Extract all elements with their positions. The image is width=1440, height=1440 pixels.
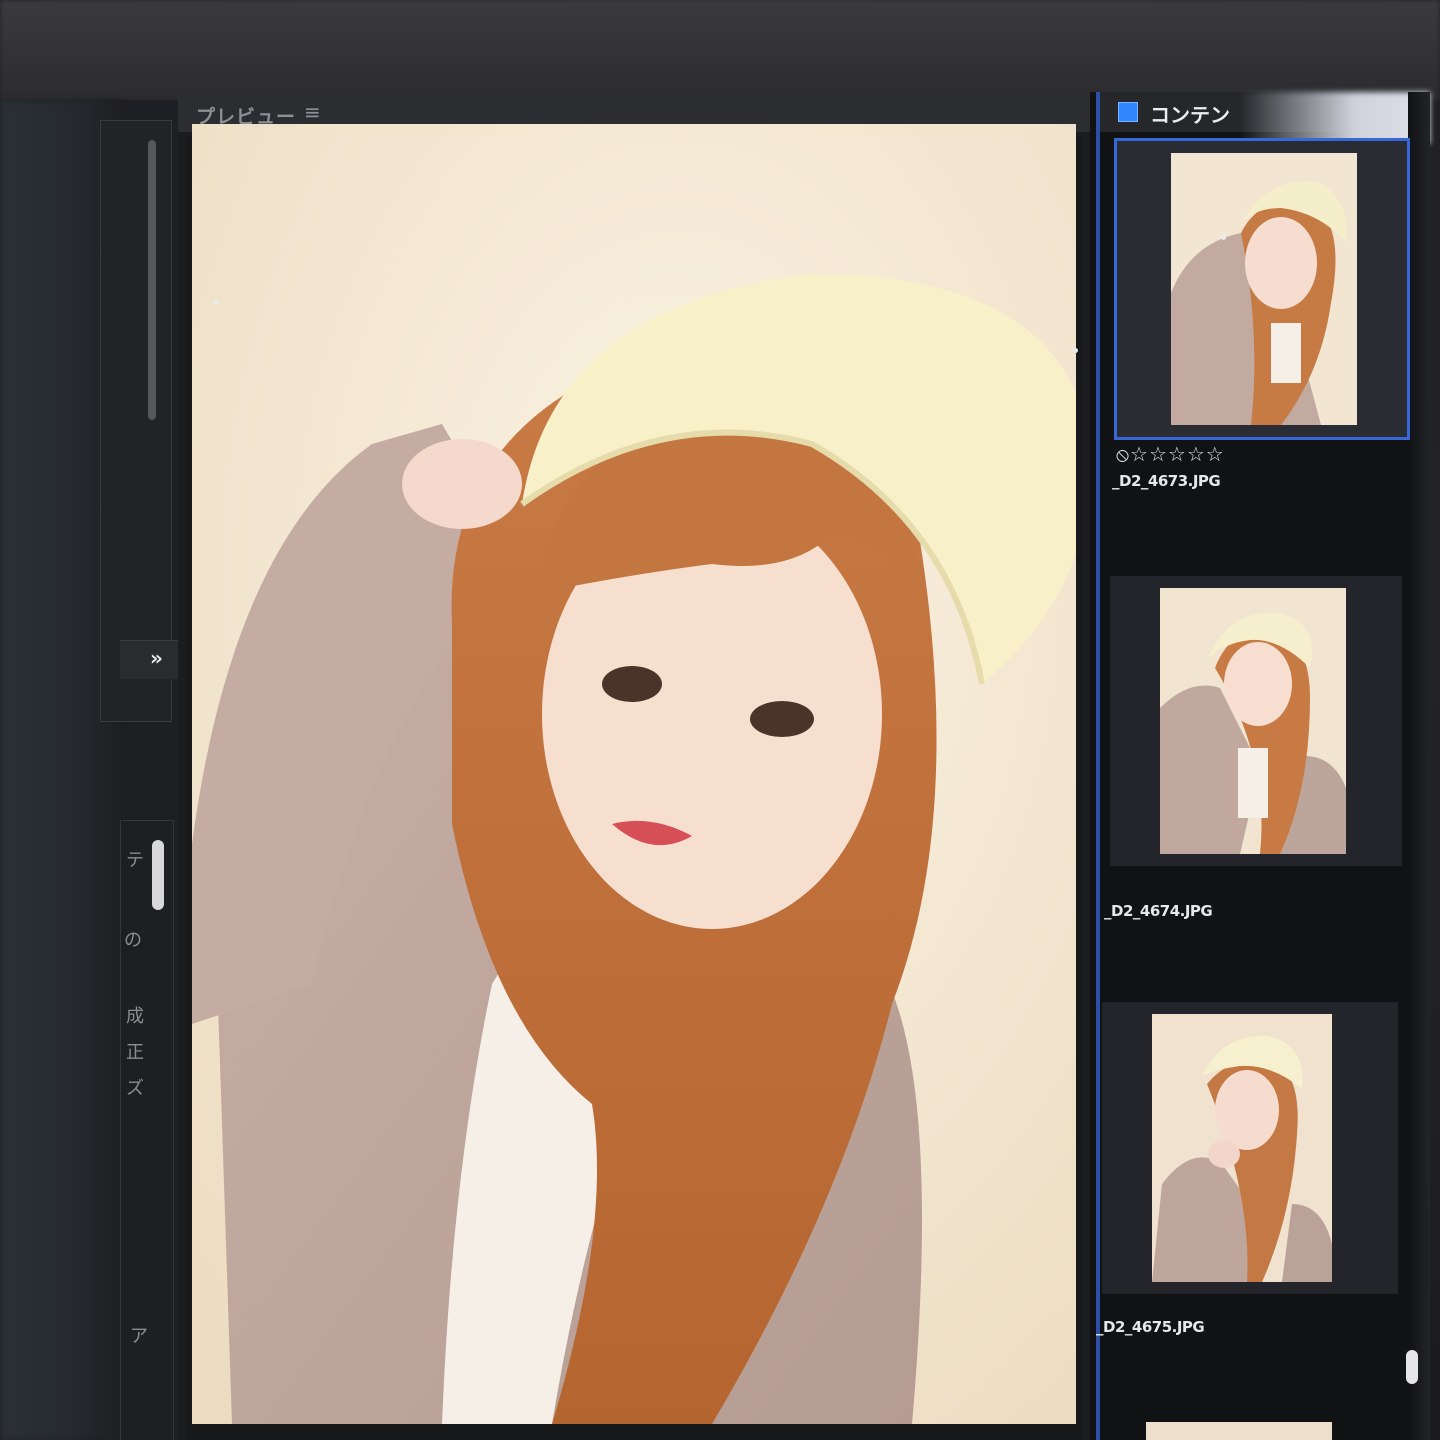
thumbnail-portrait <box>1160 588 1346 854</box>
star-rating-icon[interactable]: ☆☆☆☆☆ <box>1130 442 1225 466</box>
left-glyph-2: 成 <box>126 1006 144 1027</box>
thumbnail-portrait <box>1152 1014 1332 1282</box>
preview-panel: プレビュー ≡ <box>178 96 1090 1440</box>
thumbnail-image[interactable] <box>1160 588 1346 854</box>
left-upper-section <box>100 120 172 722</box>
thumbnail-filename: _D2_4673.JPG <box>1112 472 1221 490</box>
hamburger-menu-icon[interactable]: ≡ <box>304 100 321 124</box>
rating-row[interactable]: ⦸☆☆☆☆☆ <box>1116 442 1225 466</box>
left-scrollbar[interactable] <box>148 140 156 420</box>
left-glyph-6: ア <box>130 1326 148 1347</box>
thumbnail-card[interactable] <box>1102 1002 1398 1294</box>
monitor-bezel-blur <box>0 0 1440 100</box>
content-panel-edge <box>1408 92 1430 1440</box>
content-panel: コンテン ⦸☆☆☆☆☆ _D2_4673.JPG _D2_4674.JPG _D… <box>1090 92 1430 1440</box>
content-panel-title[interactable]: コンテン <box>1150 99 1230 128</box>
thumbnail-image[interactable] <box>1152 1014 1332 1282</box>
content-scrollbar[interactable] <box>1406 1350 1418 1384</box>
portrait-photo-illustration <box>192 124 1076 1424</box>
panel-color-square-icon <box>1118 102 1138 122</box>
left-lower-scrollbar[interactable] <box>152 840 164 910</box>
reflection-dot <box>1221 235 1226 240</box>
reflection-dot <box>214 299 219 304</box>
thumbnail-image[interactable] <box>1146 1422 1332 1440</box>
thumbnail-image[interactable] <box>1171 153 1357 425</box>
left-glyph-4: ズ <box>126 1078 144 1099</box>
expand-panel-icon[interactable]: » <box>150 646 163 670</box>
thumbnail-portrait <box>1171 153 1357 425</box>
left-panel: » の 成 正 ズ テ ア <box>0 100 180 1440</box>
reject-icon[interactable]: ⦸ <box>1116 442 1130 466</box>
content-panel-border <box>1096 92 1100 1440</box>
left-glyph-3: 正 <box>126 1042 144 1063</box>
left-glyph-1: の <box>124 930 142 951</box>
thumbnail-card[interactable] <box>1110 576 1402 866</box>
thumbnail-card[interactable] <box>1114 138 1410 440</box>
thumbnail-filename: _D2_4674.JPG <box>1104 902 1213 920</box>
header-glare <box>1240 92 1430 144</box>
screen: » の 成 正 ズ テ ア プレビュー ≡ コンテン ⦸☆☆☆☆☆ _D2_46… <box>0 0 1440 1440</box>
reflection-dot <box>1073 348 1078 353</box>
preview-image[interactable] <box>192 124 1076 1424</box>
left-glyph-5: テ <box>126 850 144 871</box>
thumbnail-filename: _D2_4675.JPG <box>1096 1318 1205 1336</box>
